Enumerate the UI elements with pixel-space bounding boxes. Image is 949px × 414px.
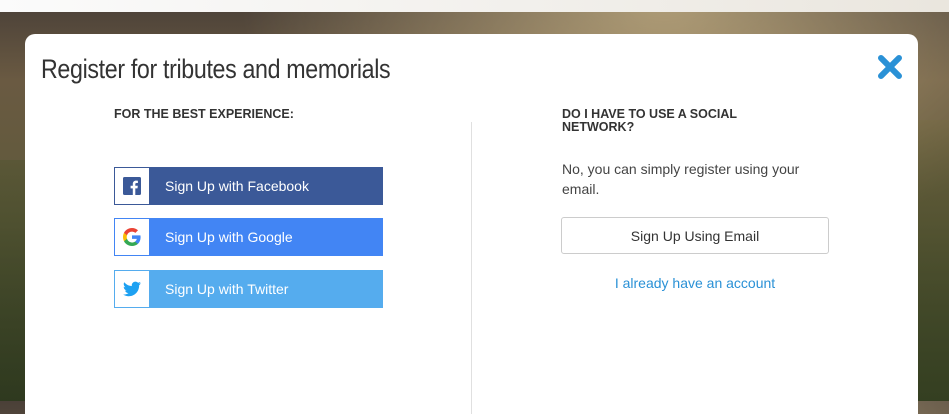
right-heading-line2: NETWORK? <box>562 120 635 134</box>
facebook-icon-box <box>115 168 149 204</box>
google-icon-box <box>115 219 149 255</box>
left-heading: FOR THE BEST EXPERIENCE: <box>114 107 294 121</box>
google-icon <box>123 228 141 246</box>
register-modal: Register for tributes and memorials FOR … <box>25 34 918 414</box>
google-signup-label: Sign Up with Google <box>165 229 293 245</box>
facebook-signup-button[interactable]: Sign Up with Facebook <box>114 167 383 205</box>
close-button[interactable] <box>877 54 903 80</box>
facebook-signup-label: Sign Up with Facebook <box>165 178 309 194</box>
twitter-signup-button[interactable]: Sign Up with Twitter <box>114 270 383 308</box>
page-header-strip <box>0 0 949 12</box>
background-image-right <box>917 120 949 401</box>
close-icon <box>878 55 902 79</box>
left-column: FOR THE BEST EXPERIENCE: <box>114 108 394 121</box>
already-have-account-link[interactable]: I already have an account <box>561 275 829 291</box>
column-divider <box>471 122 472 414</box>
right-body-text: No, you can simply register using your e… <box>562 161 800 197</box>
modal-title: Register for tributes and memorials <box>41 54 391 84</box>
twitter-signup-label: Sign Up with Twitter <box>165 281 289 297</box>
twitter-icon-box <box>115 271 149 307</box>
twitter-icon <box>123 281 141 297</box>
email-signup-button[interactable]: Sign Up Using Email <box>561 217 829 254</box>
right-column: DO I HAVE TO USE A SOCIAL NETWORK? <box>562 108 842 134</box>
facebook-icon <box>123 177 141 195</box>
google-signup-button[interactable]: Sign Up with Google <box>114 218 383 256</box>
